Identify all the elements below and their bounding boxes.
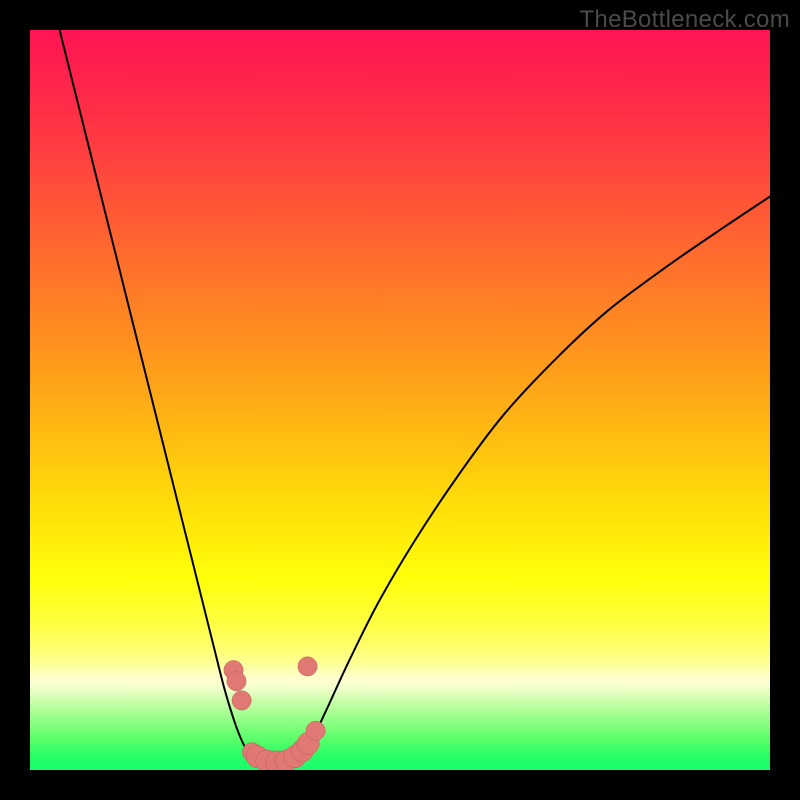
plot-area bbox=[30, 30, 770, 770]
chart-frame: TheBottleneck.com bbox=[0, 0, 800, 800]
watermark-text: TheBottleneck.com bbox=[579, 6, 790, 34]
gradient-background bbox=[30, 30, 770, 770]
